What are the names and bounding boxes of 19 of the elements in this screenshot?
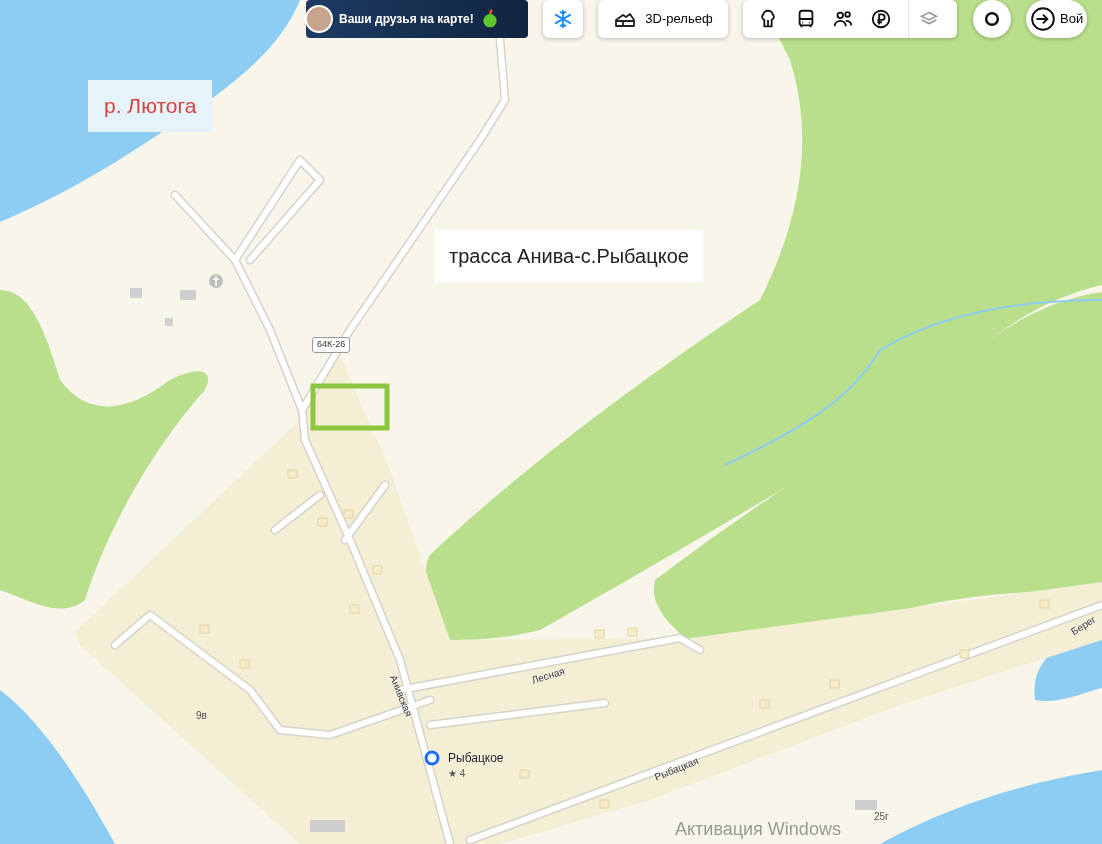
ring-icon xyxy=(982,9,1002,29)
place-marker-icon xyxy=(423,749,441,767)
login-icon xyxy=(1030,6,1056,32)
road-number-sign: 64К-26 xyxy=(312,337,351,353)
cemetery-icon xyxy=(209,274,223,288)
street-label: Лесная xyxy=(529,664,567,688)
ruble-icon xyxy=(869,8,892,30)
house-number: 9в xyxy=(196,709,207,723)
road-label: трасса Анива-с.Рыбацкое xyxy=(435,230,703,282)
river-label: р. Лютога xyxy=(88,80,213,132)
place-name[interactable]: Рыбацкое xyxy=(448,749,504,767)
relief-button[interactable]: 3D-рельеф xyxy=(598,0,728,38)
avatar-placeholder xyxy=(305,5,333,33)
snowflake-icon xyxy=(553,9,573,29)
os-activation-notice: Активация Windows xyxy=(675,818,841,841)
promo-banner[interactable]: Ваши друзья на карте! xyxy=(306,0,528,38)
house-number: 25г xyxy=(874,810,889,824)
place-rating: ★ 4 xyxy=(448,767,466,781)
snowflake-button[interactable] xyxy=(543,0,583,38)
